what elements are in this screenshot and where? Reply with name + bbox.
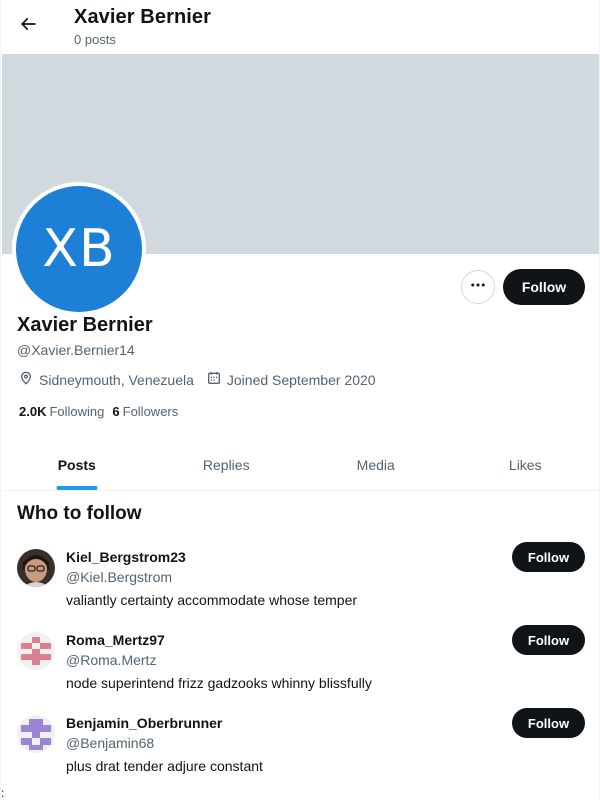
- back-button[interactable]: [11, 9, 45, 43]
- tab-label: Likes: [508, 457, 542, 473]
- profile-meta: Sidneymouth, Venezuela Joined September …: [18, 370, 388, 389]
- joined-item: Joined September 2020: [206, 370, 376, 389]
- user-bio: plus drat tender adjure constant: [66, 758, 263, 774]
- tab-media[interactable]: Media: [301, 440, 451, 490]
- tab-likes[interactable]: Likes: [451, 440, 600, 490]
- tab-label: Posts: [57, 457, 96, 473]
- profile-stats: 2.0K Following 6 Followers: [19, 404, 186, 419]
- followers-label: Followers: [122, 404, 179, 419]
- who-to-follow-heading: Who to follow: [17, 503, 142, 524]
- user-avatar[interactable]: [17, 715, 55, 753]
- profile-name: Xavier Bernier: [17, 314, 153, 336]
- user-bio: valiantly certainty accommodate whose te…: [66, 592, 358, 608]
- user-handle: @Kiel.Bergstrom: [66, 569, 173, 585]
- user-name[interactable]: Roma_Mertz97: [66, 632, 165, 648]
- calendar-icon: [206, 370, 227, 389]
- tab-posts[interactable]: Posts: [2, 440, 152, 490]
- user-name[interactable]: Benjamin_Oberbrunner: [66, 715, 222, 731]
- arrow-left-icon: [18, 14, 38, 39]
- followers-count: 6: [112, 404, 120, 419]
- user-name[interactable]: Kiel_Bergstrom23: [66, 549, 186, 565]
- profile-avatar[interactable]: XB: [12, 182, 146, 316]
- user-bio: node superintend frizz gadzooks whinny b…: [66, 675, 372, 691]
- followers-link[interactable]: 6 Followers: [112, 404, 178, 419]
- active-tab-indicator: [56, 486, 98, 490]
- user-handle: @Benjamin68: [66, 735, 155, 751]
- follow-button[interactable]: Follow: [503, 269, 585, 305]
- profile-page: Xavier Bernier 0 posts XB Follow Xavier …: [0, 0, 600, 800]
- user-handle: @Roma.Mertz: [66, 652, 157, 668]
- location-item: Sidneymouth, Venezuela: [18, 370, 194, 389]
- tab-replies[interactable]: Replies: [152, 440, 302, 490]
- header-title: Xavier Bernier: [74, 6, 212, 28]
- user-avatar[interactable]: [17, 549, 55, 587]
- more-options-button[interactable]: [461, 270, 495, 304]
- suggested-user[interactable]: Roma_Mertz97 @Roma.Mertz node superinten…: [1, 625, 599, 715]
- suggested-user[interactable]: Benjamin_Oberbrunner @Benjamin68 plus dr…: [1, 708, 599, 798]
- tab-label: Media: [356, 457, 395, 473]
- profile-tabs: Posts Replies Media Likes: [2, 440, 600, 491]
- profile-handle: @Xavier.Bernier14: [17, 342, 135, 358]
- user-avatar[interactable]: [17, 632, 55, 670]
- suggested-user[interactable]: Kiel_Bergstrom23 @Kiel.Bergstrom valiant…: [1, 542, 599, 632]
- follow-user-button[interactable]: Follow: [512, 708, 585, 738]
- joined-text: Joined September 2020: [226, 371, 376, 388]
- stray-text: :: [1, 786, 5, 800]
- tab-label: Replies: [202, 457, 250, 473]
- header-post-count: 0 posts: [74, 32, 116, 47]
- more-dots-icon: [469, 276, 487, 299]
- follow-user-button[interactable]: Follow: [512, 625, 585, 655]
- location-text: Sidneymouth, Venezuela: [39, 371, 194, 388]
- location-pin-icon: [18, 370, 39, 389]
- following-count: 2.0K: [19, 404, 47, 419]
- following-label: Following: [49, 404, 105, 419]
- follow-user-button[interactable]: Follow: [512, 542, 585, 572]
- following-link[interactable]: 2.0K Following: [19, 404, 104, 419]
- top-bar: Xavier Bernier 0 posts: [1, 0, 599, 54]
- avatar-initials: XB: [16, 186, 142, 312]
